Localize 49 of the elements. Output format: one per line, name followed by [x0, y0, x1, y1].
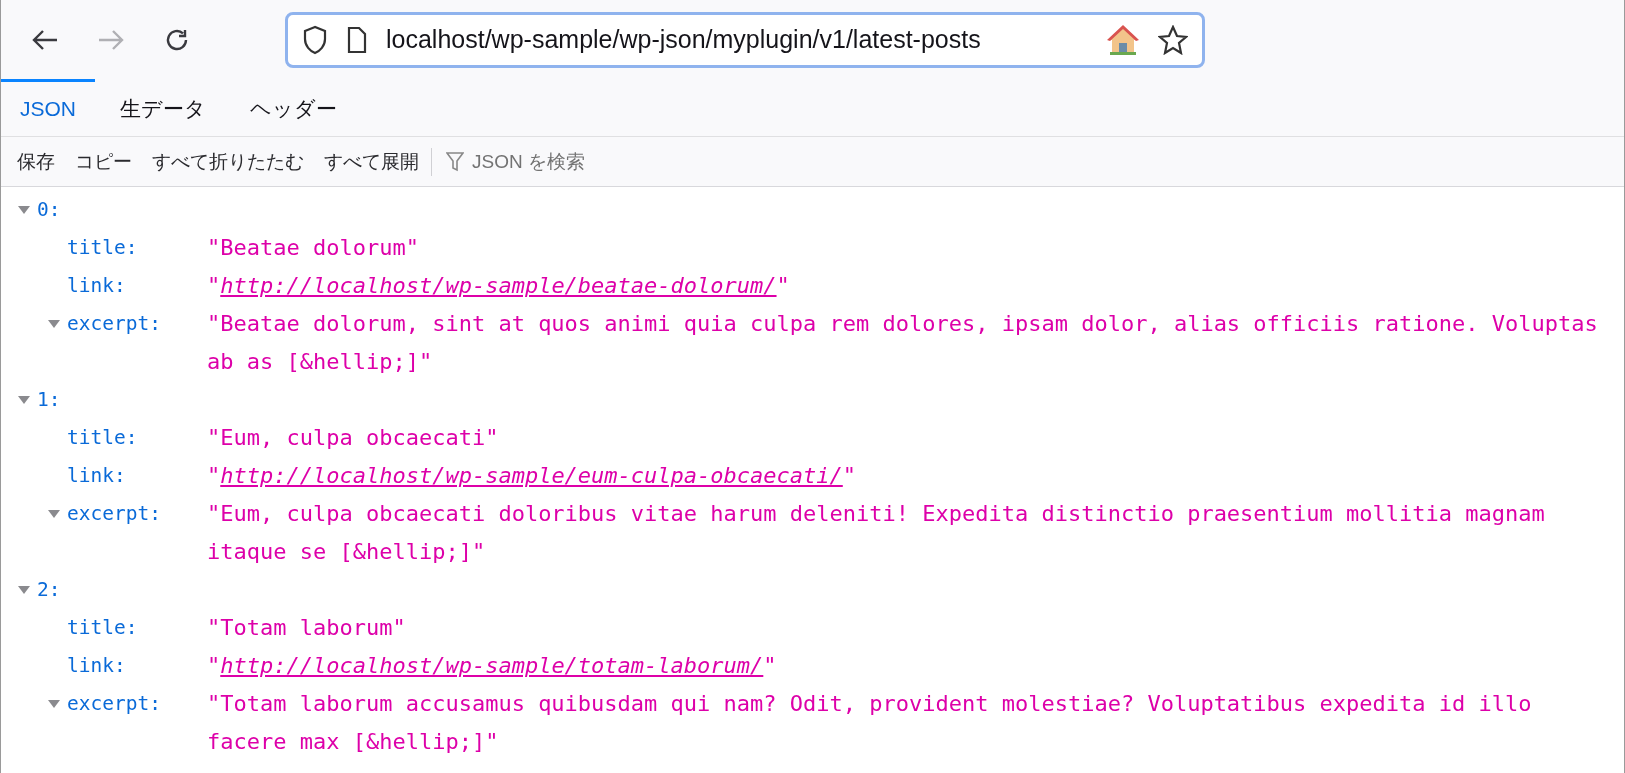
- toolbar-button[interactable]: すべて折りたたむ: [142, 143, 314, 180]
- page-icon: [346, 25, 368, 54]
- filter-icon: [446, 151, 464, 172]
- property-key: title:: [67, 612, 207, 643]
- property-key: excerpt:: [67, 498, 207, 529]
- url-link[interactable]: http://localhost/wp-sample/eum-culpa-obcaecati/: [220, 463, 843, 488]
- quote-mark: ": [207, 273, 221, 298]
- toolbar-button[interactable]: 保存: [7, 143, 65, 180]
- quote-mark: ": [842, 463, 857, 488]
- url-link[interactable]: http://localhost/wp-sample/beatae-dolorum/: [220, 273, 777, 298]
- forward-arrow-icon: [98, 28, 124, 51]
- triangle-icon: [17, 204, 31, 215]
- property-key: title:: [67, 232, 207, 263]
- toolbar-button[interactable]: すべて展開: [314, 143, 429, 180]
- index-label: 2:: [37, 577, 61, 603]
- triangle-icon: [17, 584, 31, 595]
- index-label: 1:: [37, 387, 61, 413]
- index-label: 0:: [37, 197, 61, 223]
- quote-mark: ": [207, 653, 221, 678]
- star-icon[interactable]: [1158, 24, 1188, 55]
- shield-icon: [302, 24, 328, 55]
- string-value: "Beatae dolorum, sint at quos animi quia culpa rem dolores, ipsam dolor, alias officiis ratione. Voluptas ab as [&hellip;]": [207, 310, 1599, 376]
- quote-mark: ": [207, 463, 221, 488]
- view-tab[interactable]: 生データ: [101, 79, 225, 136]
- url-text: localhost/wp-sample/wp-json/myplugin/v1/latest-posts: [386, 25, 982, 54]
- property-key: link:: [67, 270, 207, 301]
- string-value: "Totam laborum": [207, 614, 407, 642]
- view-tab[interactable]: ヘッダー: [231, 79, 356, 136]
- house-icon[interactable]: [1106, 23, 1140, 56]
- property-key: excerpt:: [67, 308, 207, 339]
- url-bar[interactable]: localhost/wp-sample/wp-json/myplugin/v1/latest-posts: [285, 11, 1205, 68]
- triangle-icon: [17, 394, 31, 405]
- property-key: link:: [67, 650, 207, 681]
- string-value: "Eum, culpa obcaecati": [207, 424, 500, 452]
- string-value: "Totam laborum accusamus quibusdam qui nam? Odit, provident molestiae? Voluptatibus expedita id illo facere max [&hellip;]": [207, 690, 1533, 756]
- triangle-icon: [47, 508, 61, 519]
- quote-mark: ": [763, 653, 777, 678]
- triangle-icon: [47, 698, 61, 709]
- toolbar-button[interactable]: コピー: [65, 143, 142, 180]
- quote-mark: ": [776, 273, 790, 298]
- property-key: excerpt:: [67, 688, 207, 719]
- property-key: link:: [67, 460, 207, 491]
- triangle-icon: [47, 318, 61, 329]
- string-value: "Eum, culpa obcaecati doloribus vitae harum deleniti! Expedita distinctio praesentium mollitia magnam itaque se [&hellip;]": [207, 500, 1546, 566]
- filter-input[interactable]: JSON を検索: [470, 149, 674, 174]
- url-link[interactable]: http://localhost/wp-sample/totam-laborum/: [220, 653, 764, 678]
- property-key: title:: [67, 422, 207, 453]
- back-arrow-icon: [32, 28, 58, 51]
- string-value: "Beatae dolorum": [207, 234, 420, 262]
